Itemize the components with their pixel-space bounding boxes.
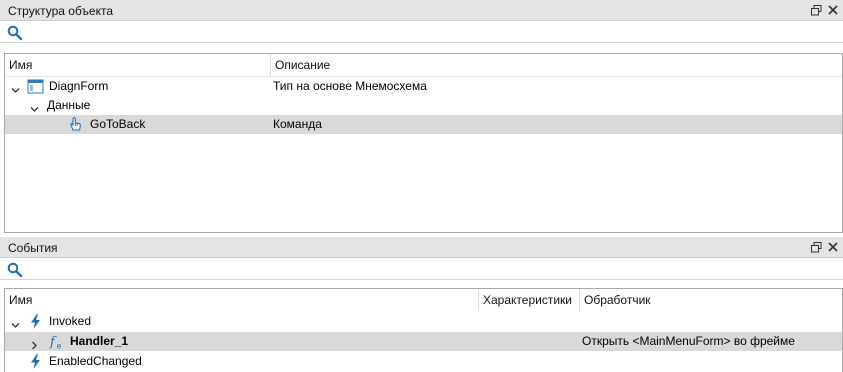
tree-row-data[interactable]: Данные <box>5 96 842 115</box>
structure-panel-title: Структура объекта <box>8 4 114 18</box>
events-tree[interactable]: Имя Характеристики Обработчик Invoked fe… <box>4 288 843 372</box>
search-icon[interactable] <box>7 25 23 41</box>
events-panel-header: События <box>0 237 843 258</box>
column-header-name[interactable]: Имя <box>5 289 477 311</box>
close-icon[interactable] <box>826 3 840 17</box>
hand-pointer-icon <box>67 116 84 133</box>
event-row-enabledchanged[interactable]: EnabledChanged <box>5 352 842 371</box>
structure-search-bar[interactable] <box>0 21 843 43</box>
svg-text:e: e <box>57 342 62 351</box>
search-icon[interactable] <box>7 262 23 278</box>
column-header-description[interactable]: Описание <box>271 54 831 76</box>
float-window-icon[interactable] <box>809 3 823 17</box>
events-search-bar[interactable] <box>0 258 843 280</box>
column-header-characteristics[interactable]: Характеристики <box>479 289 579 311</box>
tree-item-description: Тип на основе Мнемосхема <box>273 79 427 93</box>
chevron-down-icon[interactable] <box>30 101 39 112</box>
structure-panel-header: Структура объекта <box>0 0 843 21</box>
chevron-down-icon[interactable] <box>11 82 20 93</box>
close-icon[interactable] <box>826 240 840 254</box>
tree-item-label: DiagnForm <box>49 79 109 93</box>
event-label: EnabledChanged <box>49 354 142 368</box>
float-window-icon[interactable] <box>809 240 823 254</box>
event-label: Invoked <box>49 314 92 328</box>
tree-row-gotoback[interactable]: GoToBack Команда <box>5 115 842 134</box>
tree-row-diagnform[interactable]: DiagnForm Тип на основе Мнемосхема <box>5 77 842 96</box>
events-panel-title: События <box>8 241 58 255</box>
event-handler-label: Handler_1 <box>70 334 129 348</box>
lightning-icon <box>27 313 44 330</box>
function-icon: fe <box>48 333 65 351</box>
structure-tree[interactable]: Имя Описание DiagnForm Тип на основе Мне… <box>4 53 843 233</box>
chevron-down-icon[interactable] <box>11 317 20 328</box>
tree-item-label: Данные <box>47 98 91 112</box>
chevron-right-icon[interactable] <box>30 337 39 350</box>
form-icon <box>27 78 44 95</box>
tree-item-label: GoToBack <box>90 117 146 131</box>
event-row-handler[interactable]: fe Handler_1 Открыть <MainMenuForm> во ф… <box>5 332 842 351</box>
event-handler-description: Открыть <MainMenuForm> во фрейме <box>582 334 795 348</box>
column-header-handler[interactable]: Обработчик <box>580 289 840 311</box>
tree-item-description: Команда <box>273 117 322 131</box>
column-header-name[interactable]: Имя <box>5 54 270 76</box>
lightning-icon <box>27 353 44 370</box>
event-row-invoked[interactable]: Invoked <box>5 312 842 331</box>
